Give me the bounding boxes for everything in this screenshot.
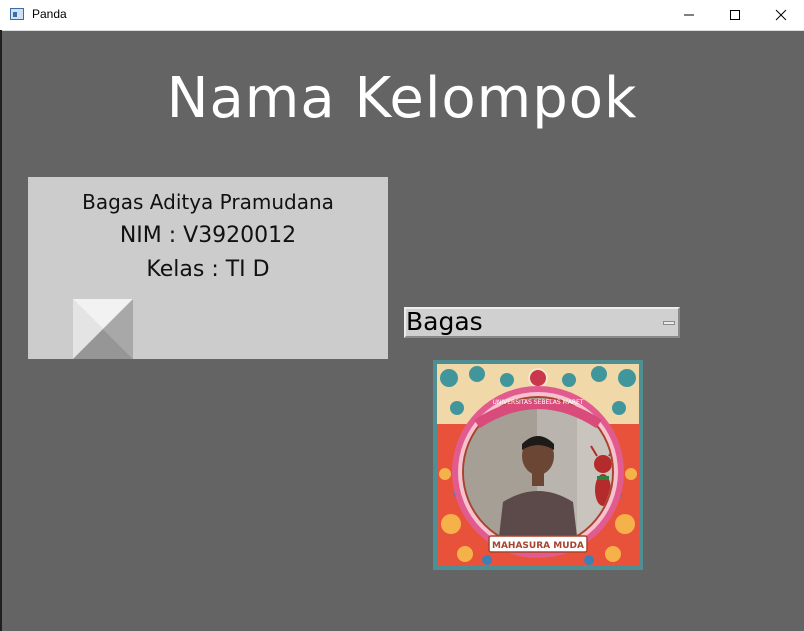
image-button[interactable] — [73, 299, 133, 359]
member-photo-frame: UNIVERSITAS SEBELAS MARET MAHASURA MUDA — [433, 360, 643, 570]
minimize-button[interactable] — [666, 0, 712, 30]
close-icon — [775, 9, 787, 21]
member-name: Bagas Aditya Pramudana — [82, 190, 334, 214]
member-photo: UNIVERSITAS SEBELAS MARET MAHASURA MUDA — [437, 364, 639, 566]
title-bar: Panda — [0, 0, 804, 31]
bevel-square-icon — [73, 299, 133, 359]
maximize-button[interactable] — [712, 0, 758, 30]
dropdown-indicator-icon[interactable] — [663, 321, 675, 325]
info-panel: Bagas Aditya Pramudana NIM : V3920012 Ke… — [28, 177, 388, 359]
photo-arc-text: UNIVERSITAS SEBELAS MARET — [492, 399, 583, 406]
close-button[interactable] — [758, 0, 804, 30]
maximize-icon — [730, 10, 740, 20]
page-title: Nama Kelompok — [166, 66, 638, 131]
member-class: Kelas : TI D — [146, 257, 270, 282]
member-nim: NIM : V3920012 — [119, 223, 297, 248]
app-icon — [10, 8, 24, 20]
photo-banner-text: MAHASURA MUDA — [492, 541, 584, 551]
member-select[interactable]: Bagas — [404, 307, 680, 338]
member-select-value: Bagas — [406, 307, 483, 336]
window-title: Panda — [32, 7, 67, 21]
minimize-icon — [684, 14, 694, 16]
